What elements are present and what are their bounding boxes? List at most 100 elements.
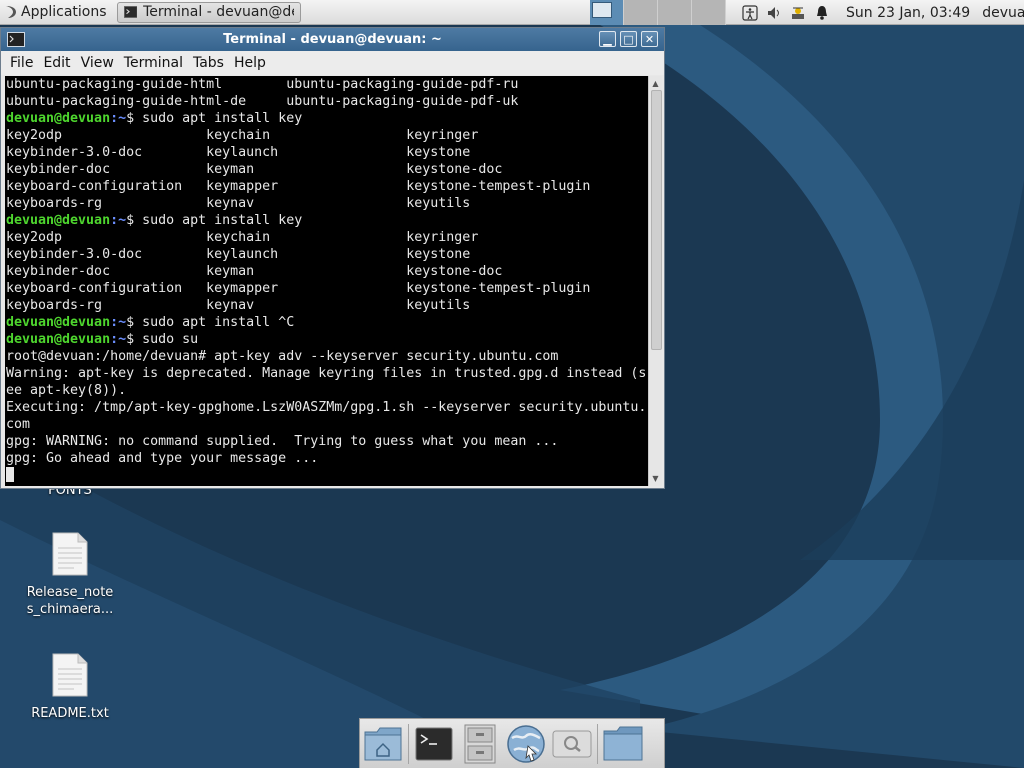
dock-folder[interactable]: [600, 721, 646, 767]
text-cursor: [6, 467, 14, 482]
menu-view[interactable]: View: [76, 55, 119, 71]
panel-clock[interactable]: Sun 23 Jan, 03:49: [846, 5, 970, 21]
web-browser-icon: [507, 724, 545, 763]
close-icon: ✕: [644, 32, 655, 46]
dock-terminal[interactable]: [411, 721, 457, 767]
prompt-path: :~: [110, 213, 127, 228]
terminal-line: Executing: /tmp/apt-key-gpghome.LszW0ASZ…: [6, 400, 647, 415]
terminal-menubar: File Edit View Terminal Tabs Help: [1, 51, 664, 75]
taskbar-terminal-button[interactable]: Terminal - devuan@dev...: [116, 1, 301, 23]
close-button[interactable]: ✕: [641, 31, 658, 47]
terminal-line: gpg: Go ahead and type your message ...: [6, 451, 319, 466]
top-panel: Applications Terminal - devuan@dev... Su…: [0, 0, 1024, 25]
desktop-icon-readme[interactable]: README.txt: [20, 653, 120, 722]
terminal-icon: [415, 727, 453, 760]
devuan-logo-icon: [6, 6, 16, 18]
panel-user-menu[interactable]: devuan: [982, 5, 1024, 21]
prompt-command: $ sudo apt install key: [126, 111, 303, 126]
terminal-line: ubuntu-packaging-guide-html ubuntu-packa…: [6, 77, 519, 92]
terminal-output[interactable]: ubuntu-packaging-guide-html ubuntu-packa…: [5, 76, 648, 486]
terminal-line: root@devuan:/home/devuan# apt-key adv --…: [6, 349, 559, 364]
desktop-icon-label-line2: s_chimaera...: [26, 602, 114, 617]
prompt-path: :~: [110, 315, 127, 330]
file-cabinet-icon: [464, 724, 496, 763]
prompt-user: devuan@devuan: [6, 332, 111, 347]
text-document-icon: [52, 653, 88, 697]
terminal-text: ubuntu-packaging-guide-html ubuntu-packa…: [5, 76, 648, 484]
terminal-small-icon: [123, 6, 138, 18]
prompt-user: devuan@devuan: [6, 111, 111, 126]
folder-icon: [603, 726, 643, 760]
terminal-line: keybinder-3.0-doc keylaunch keystone: [6, 145, 471, 160]
terminal-line: keybinder-doc keyman keystone-doc: [6, 264, 503, 279]
terminal-line: ubuntu-packaging-guide-html-de ubuntu-pa…: [6, 94, 519, 109]
terminal-scrollbar[interactable]: ▲ ▼: [648, 76, 662, 486]
prompt-path: :~: [110, 332, 127, 347]
scroll-down-arrow-icon[interactable]: ▼: [649, 472, 662, 485]
taskbar-terminal-label: Terminal - devuan@dev...: [143, 4, 293, 20]
prompt-user: devuan@devuan: [6, 213, 111, 228]
terminal-line: [6, 467, 648, 484]
notifications-bell-icon[interactable]: [810, 0, 834, 25]
dock-file-manager[interactable]: [457, 721, 503, 767]
terminal-line: keybinder-doc keyman keystone-doc: [6, 162, 503, 177]
terminal-window: Terminal - devuan@devuan: ~ ▁ □ ✕ File E…: [0, 27, 665, 489]
bottom-dock: [359, 718, 665, 768]
dock-home-folder[interactable]: [360, 721, 406, 767]
text-document-icon: [52, 532, 88, 576]
minimize-button[interactable]: ▁: [599, 31, 616, 47]
dock-separator: [597, 723, 598, 764]
terminal-window-title: Terminal - devuan@devuan: ~: [223, 32, 442, 47]
prompt-command: $ sudo su: [126, 332, 199, 347]
menu-file[interactable]: File: [1, 55, 38, 71]
scroll-up-arrow-icon[interactable]: ▲: [649, 77, 662, 90]
terminal-titlebar[interactable]: Terminal - devuan@devuan: ~ ▁ □ ✕: [1, 28, 664, 51]
prompt-path: :~: [110, 111, 127, 126]
terminal-line: com: [6, 417, 31, 432]
terminal-line: key2odp keychain keyringer: [6, 128, 479, 143]
workspace-switcher: [590, 0, 726, 25]
terminal-line: keyboard-configuration keymapper keyston…: [6, 281, 591, 296]
terminal-line: ee apt-key(8)).: [6, 383, 127, 398]
applications-label: Applications: [21, 4, 107, 20]
workspace-4[interactable]: [692, 0, 726, 25]
search-icon: [552, 730, 592, 757]
terminal-line: devuan@devuan:~$ sudo apt install ^C: [6, 314, 648, 331]
scrollbar-thumb[interactable]: [651, 90, 662, 350]
home-folder-icon: [364, 727, 402, 760]
dock-search[interactable]: [549, 721, 595, 767]
menu-help[interactable]: Help: [229, 55, 271, 71]
prompt-command: $ sudo apt install key: [126, 213, 303, 228]
desktop-icon-release-notes[interactable]: Release_note s_chimaera...: [20, 532, 120, 618]
menu-tabs[interactable]: Tabs: [188, 55, 229, 71]
terminal-line: keyboards-rg keynav keyutils: [6, 196, 471, 211]
terminal-line: devuan@devuan:~$ sudo su: [6, 331, 648, 348]
terminal-line: keyboards-rg keynav keyutils: [6, 298, 471, 313]
workspace-3[interactable]: [658, 0, 692, 25]
desktop-icon-label: Release_note: [26, 585, 114, 600]
desktop-icon-label: README.txt: [31, 706, 109, 721]
system-tray: Sun 23 Jan, 03:49 devuan: [738, 0, 1024, 25]
workspace-2[interactable]: [624, 0, 658, 25]
maximize-button[interactable]: □: [620, 31, 637, 47]
terminal-line: gpg: WARNING: no command supplied. Tryin…: [6, 434, 559, 449]
minimize-icon: ▁: [603, 32, 612, 46]
terminal-line: keyboard-configuration keymapper keyston…: [6, 179, 591, 194]
applications-menu-button[interactable]: Applications: [0, 0, 111, 25]
terminal-line: keybinder-3.0-doc keylaunch keystone: [6, 247, 471, 262]
menu-edit[interactable]: Edit: [38, 55, 75, 71]
prompt-command: $ sudo apt install ^C: [126, 315, 295, 330]
dock-separator: [408, 723, 409, 764]
workspace-1[interactable]: [590, 0, 624, 25]
terminal-line: devuan@devuan:~$ sudo apt install key: [6, 110, 648, 127]
dock-web-browser[interactable]: [503, 721, 549, 767]
volume-icon[interactable]: [762, 0, 786, 25]
accessibility-icon[interactable]: [738, 0, 762, 25]
maximize-icon: □: [623, 32, 634, 46]
terminal-line: devuan@devuan:~$ sudo apt install key: [6, 212, 648, 229]
network-icon[interactable]: [786, 0, 810, 25]
terminal-line: Warning: apt-key is deprecated. Manage k…: [6, 366, 647, 381]
terminal-line: key2odp keychain keyringer: [6, 230, 479, 245]
prompt-user: devuan@devuan: [6, 315, 111, 330]
menu-terminal[interactable]: Terminal: [119, 55, 188, 71]
